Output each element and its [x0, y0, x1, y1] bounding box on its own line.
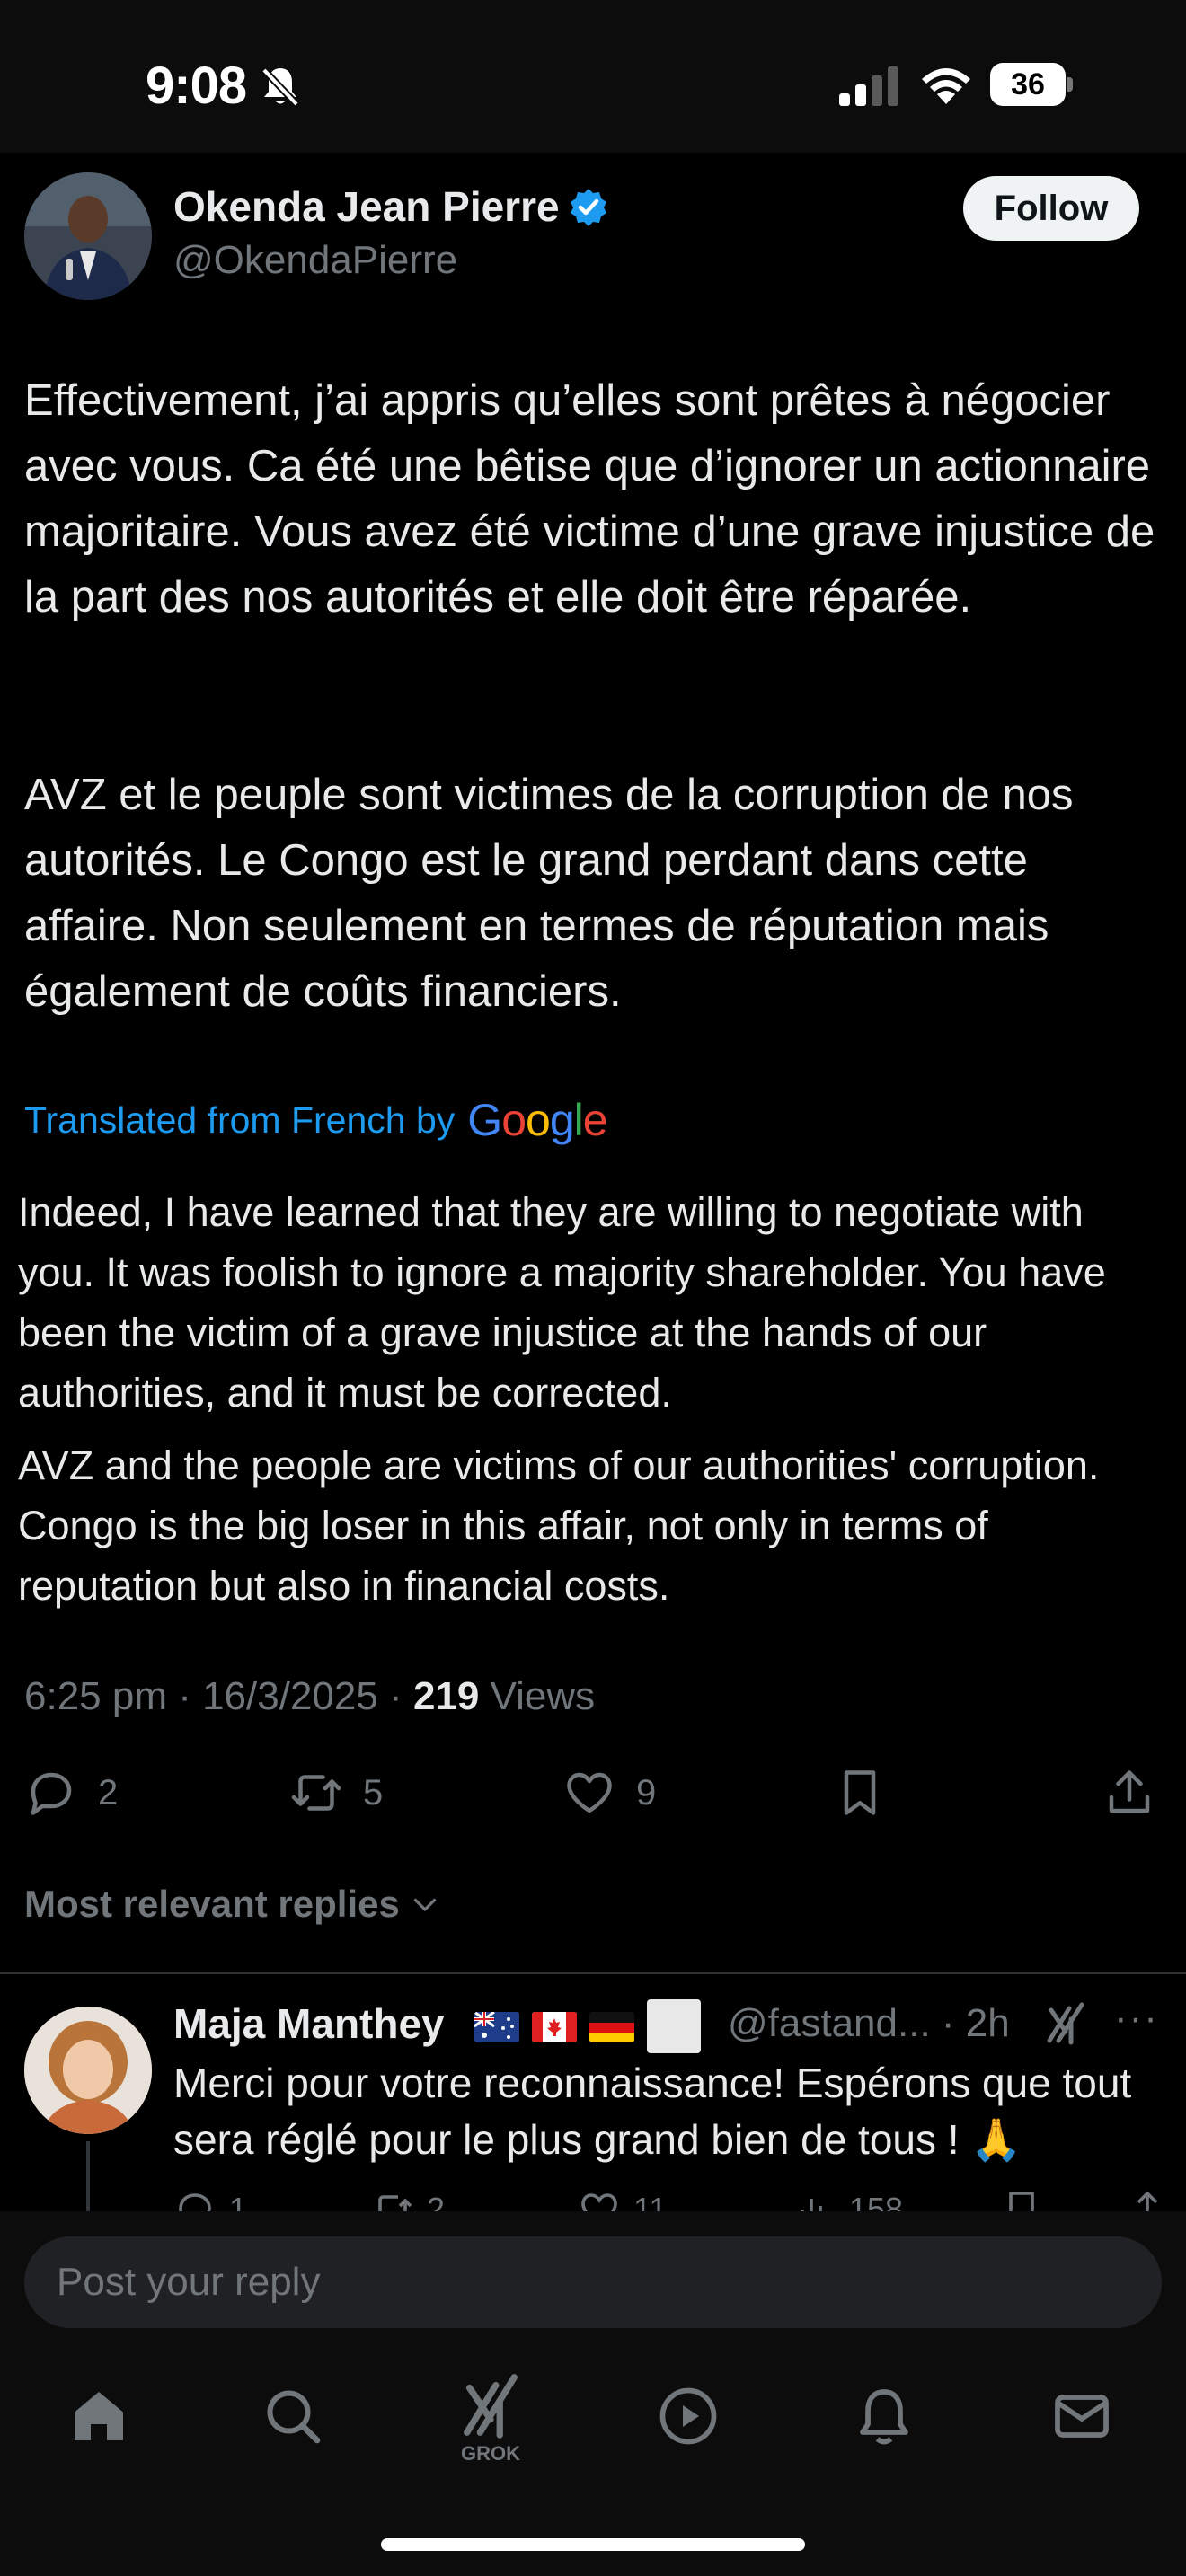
reply-count: 2 — [98, 1772, 119, 1813]
reply-bookmark-button[interactable] — [1000, 2188, 1043, 2213]
share-icon — [1137, 2191, 1158, 2213]
reply-author-photo — [24, 2007, 152, 2134]
bookmark-icon — [1009, 2192, 1034, 2213]
bookmark-button[interactable] — [833, 1764, 887, 1822]
views-count: 219 — [412, 1674, 480, 1718]
grok-icon[interactable] — [1042, 2001, 1089, 2048]
grok-icon — [464, 2374, 518, 2439]
play-icon — [659, 2387, 717, 2445]
reply-author-flags — [474, 1999, 701, 2053]
tab-notifications[interactable] — [848, 2380, 920, 2452]
battery-indicator: 36 — [990, 63, 1073, 106]
replies-sort-label: Most relevant replies — [24, 1883, 400, 1925]
reply-input[interactable] — [24, 2236, 1162, 2328]
tab-search[interactable] — [257, 2380, 329, 2452]
repost-icon — [291, 1775, 341, 1811]
tab-grok[interactable]: GROK — [455, 2369, 527, 2468]
translated-text-paragraph: AVZ and the people are victims of our au… — [18, 1442, 1100, 1609]
bookmark-icon — [844, 1770, 876, 1815]
status-time: 9:08 — [146, 57, 247, 115]
wifi-icon — [922, 68, 970, 104]
author-name[interactable]: Okenda Jean Pierre — [173, 182, 560, 231]
replies-sort-dropdown[interactable]: Most relevant replies — [24, 1883, 441, 1926]
views-label: Views — [479, 1674, 596, 1718]
post-meta: 6:25 pm · 16/3/2025 · 219 Views — [24, 1674, 595, 1719]
translated-label: Translated from French by — [24, 1098, 456, 1141]
author-photo — [24, 172, 152, 300]
reply-like-button[interactable]: 11 — [578, 2188, 667, 2213]
reply-like-count: 11 — [633, 2191, 668, 2213]
battery-cap — [1067, 77, 1073, 92]
bell-icon — [860, 2389, 908, 2445]
battery-level: 36 — [1011, 67, 1045, 101]
reply-author-name[interactable]: Maja Manthey — [173, 1999, 445, 2048]
reply-action-bar: 1 2 11 158 — [173, 2183, 1171, 2213]
reply-icon — [31, 1772, 72, 1815]
share-icon — [1109, 1770, 1150, 1813]
repost-button[interactable]: 5 — [289, 1764, 383, 1822]
more-options-icon[interactable]: ··· — [1114, 1996, 1159, 2041]
status-bar: 9:08 36 — [0, 0, 1186, 153]
verified-badge-icon — [571, 189, 606, 226]
canada-flag-icon — [532, 2012, 577, 2042]
reply-button[interactable]: 2 — [24, 1764, 118, 1822]
tab-home[interactable] — [63, 2380, 135, 2452]
divider — [0, 1972, 1186, 1974]
chevron-down-icon — [413, 1898, 436, 1911]
post-text-paragraph: AVZ et le peuple sont victimes de la cor… — [24, 771, 1074, 1016]
translated-text-paragraph: Indeed, I have learned that they are wil… — [18, 1189, 1106, 1416]
views-icon — [801, 2199, 831, 2213]
author-avatar[interactable] — [24, 172, 152, 300]
germany-flag-icon — [589, 2012, 634, 2042]
share-button[interactable] — [1102, 1764, 1156, 1822]
reply-reply-button[interactable]: 1 — [173, 2188, 247, 2213]
like-count: 9 — [636, 1772, 657, 1813]
bell-off-icon — [261, 67, 299, 107]
thread-line — [86, 2141, 90, 2213]
emoji-placeholder-icon — [647, 1999, 701, 2053]
google-logo: Google — [467, 1095, 607, 1145]
post-timestamp[interactable]: 6:25 pm · 16/3/2025 · — [24, 1674, 413, 1718]
tab-messages[interactable] — [1046, 2380, 1118, 2452]
repost-icon — [375, 2195, 412, 2213]
grok-label: GROK — [461, 2442, 520, 2465]
mail-icon — [1055, 2395, 1109, 2438]
heart-icon — [567, 1772, 612, 1813]
author-handle[interactable]: @OkendaPierre — [173, 238, 457, 283]
tab-video[interactable] — [652, 2380, 724, 2452]
home-indicator[interactable] — [381, 2538, 805, 2551]
reply-repost-button[interactable]: 2 — [371, 2188, 445, 2213]
search-icon — [267, 2390, 321, 2444]
australia-flag-icon — [474, 2012, 519, 2042]
reply-reply-count: 1 — [229, 2191, 248, 2213]
reply-share-button[interactable] — [1126, 2188, 1169, 2213]
reply-repost-count: 2 — [427, 2191, 446, 2213]
home-icon — [75, 2392, 123, 2440]
repost-count: 5 — [363, 1772, 384, 1813]
reply-views-button[interactable]: 158 — [793, 2188, 903, 2213]
translation-attribution[interactable]: Translated from French by Google — [24, 1094, 608, 1146]
reply-author-handle-time[interactable]: @fastand... · 2h — [728, 2001, 1010, 2046]
reply-text: Merci pour votre reconnaissance! Espéron… — [173, 2060, 1132, 2163]
post-text-paragraph: Effectivement, j’ai appris qu’elles sont… — [24, 376, 1155, 622]
follow-button[interactable]: Follow — [963, 176, 1139, 241]
cellular-signal-icon — [839, 66, 898, 106]
reply-views-count: 158 — [849, 2191, 904, 2213]
reply-icon — [179, 2193, 211, 2213]
reply-author-avatar[interactable] — [24, 2007, 152, 2134]
heart-icon — [581, 2193, 617, 2213]
like-button[interactable]: 9 — [562, 1764, 656, 1822]
